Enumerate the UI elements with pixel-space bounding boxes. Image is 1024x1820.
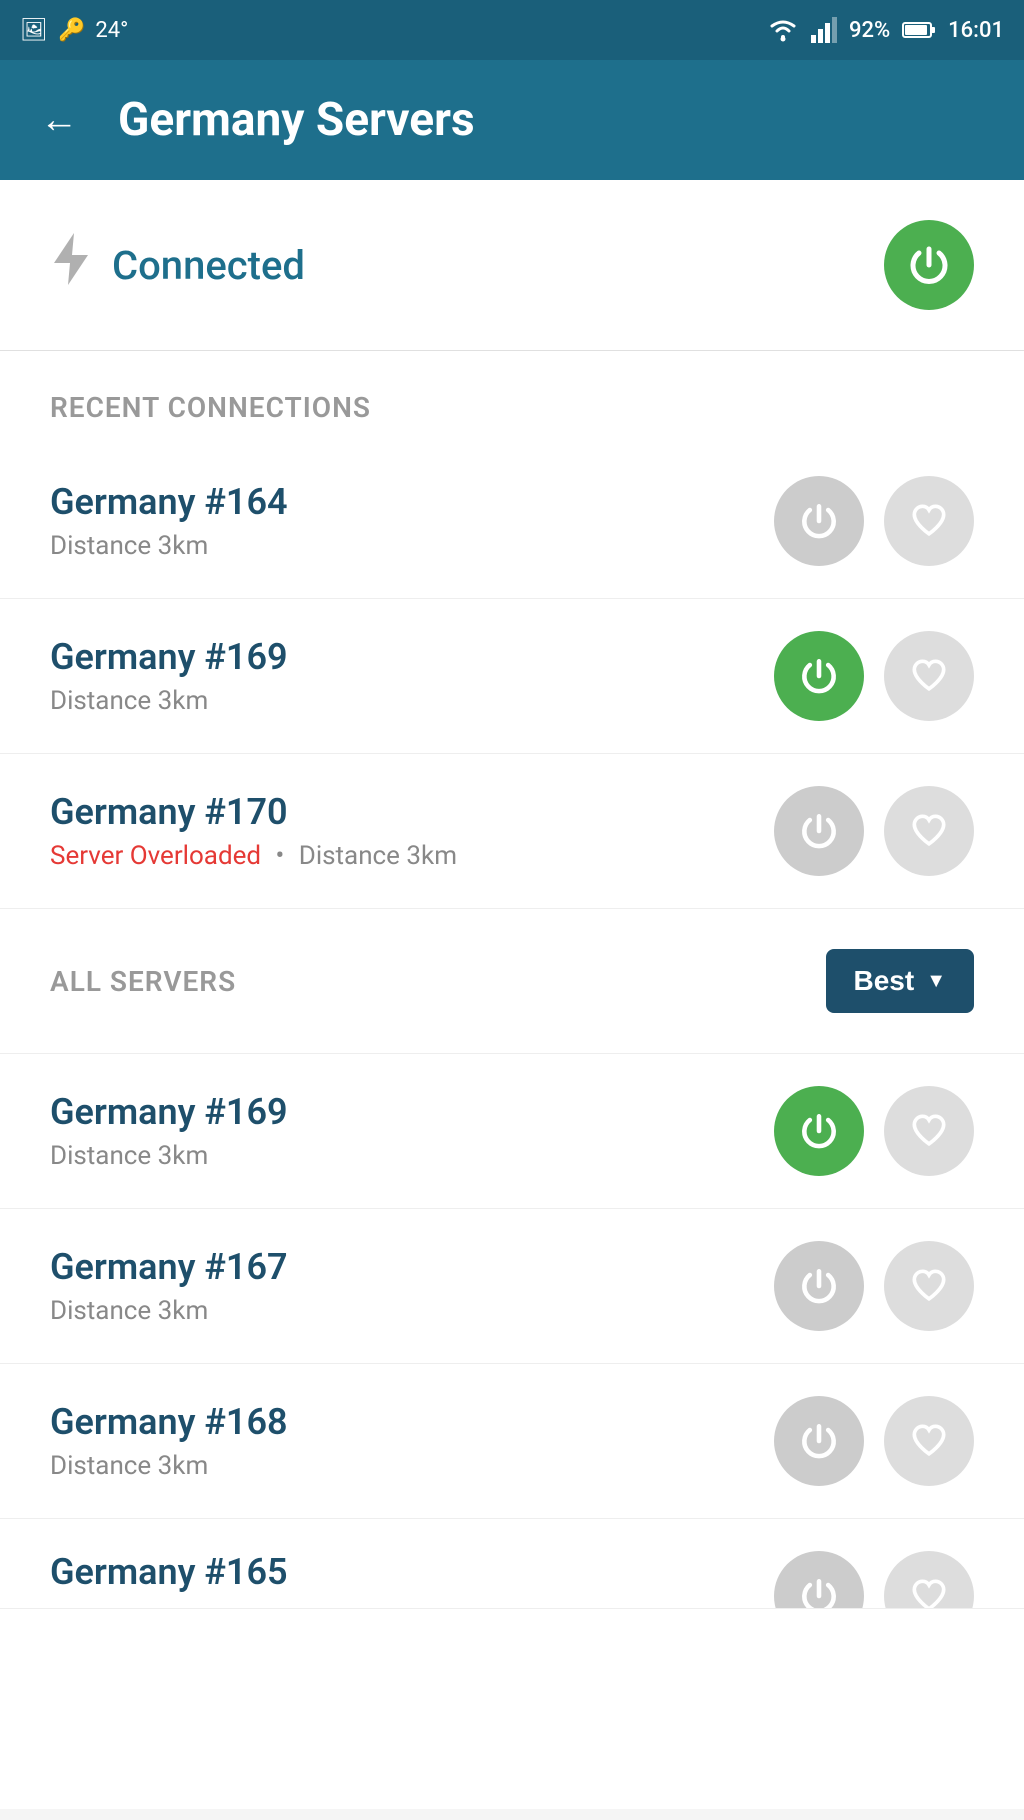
server-power-button[interactable] — [774, 631, 864, 721]
server-actions — [774, 1551, 974, 1609]
key-icon: 🔑 — [58, 18, 85, 43]
favorite-button[interactable] — [884, 1396, 974, 1486]
battery-percent: 92% — [849, 18, 890, 43]
screen-icon: 🖼 — [20, 18, 48, 43]
server-actions — [774, 476, 974, 566]
all-server-item: Germany #167 Distance 3km — [0, 1209, 1024, 1364]
server-info: Germany #164 Distance 3km — [50, 481, 774, 561]
favorite-button[interactable] — [884, 786, 974, 876]
all-servers-label: ALL SERVERS — [50, 965, 236, 998]
server-name: Germany #170 — [50, 791, 774, 833]
server-name: Germany #164 — [50, 481, 774, 523]
status-bar-left: 🖼 🔑 24° — [20, 18, 128, 43]
server-power-button[interactable] — [774, 1241, 864, 1331]
server-actions — [774, 1396, 974, 1486]
signal-icon — [811, 17, 837, 43]
server-distance: Distance 3km — [50, 1296, 774, 1326]
temperature: 24° — [95, 18, 128, 43]
all-server-item: Germany #169 Distance 3km — [0, 1054, 1024, 1209]
back-button[interactable]: ← — [40, 98, 78, 142]
time: 16:01 — [948, 18, 1004, 43]
dot-separator: • — [276, 841, 291, 871]
sort-button[interactable]: Best ▼ — [826, 949, 975, 1013]
distance-label: Distance 3km — [299, 841, 457, 871]
server-power-button[interactable] — [774, 476, 864, 566]
server-info: Germany #170 Server Overloaded • Distanc… — [50, 791, 774, 871]
favorite-button[interactable] — [884, 1551, 974, 1609]
server-info: Germany #169 Distance 3km — [50, 1091, 774, 1171]
header: ← Germany Servers — [0, 60, 1024, 180]
page-title: Germany Servers — [118, 93, 475, 147]
overloaded-label: Server Overloaded — [50, 841, 261, 871]
sort-label: Best — [854, 965, 915, 997]
battery-icon — [902, 20, 936, 40]
favorite-button[interactable] — [884, 476, 974, 566]
server-info: Germany #168 Distance 3km — [50, 1401, 774, 1481]
server-power-button[interactable] — [774, 1551, 864, 1609]
all-servers-header: ALL SERVERS Best ▼ — [0, 909, 1024, 1054]
server-distance: Distance 3km — [50, 686, 774, 716]
connection-label: Connected — [112, 242, 305, 289]
status-bar-right: 92% 16:01 — [767, 17, 1004, 43]
server-power-button[interactable] — [774, 786, 864, 876]
main-power-button[interactable] — [884, 220, 974, 310]
recent-server-item: Germany #169 Distance 3km — [0, 599, 1024, 754]
all-server-item: Germany #168 Distance 3km — [0, 1364, 1024, 1519]
all-server-item: Germany #165 — [0, 1519, 1024, 1609]
server-info: Germany #165 — [50, 1551, 774, 1601]
server-actions — [774, 1086, 974, 1176]
server-distance-overloaded: Server Overloaded • Distance 3km — [50, 841, 774, 871]
favorite-button[interactable] — [884, 1241, 974, 1331]
status-bar: 🖼 🔑 24° 92% 16:01 — [0, 0, 1024, 60]
connection-left: Connected — [50, 231, 305, 300]
server-info: Germany #169 Distance 3km — [50, 636, 774, 716]
server-distance: Distance 3km — [50, 531, 774, 561]
server-actions — [774, 1241, 974, 1331]
recent-connections-label: RECENT CONNECTIONS — [0, 351, 1024, 444]
server-name: Germany #169 — [50, 1091, 774, 1133]
favorite-button[interactable] — [884, 631, 974, 721]
wifi-icon — [767, 17, 799, 43]
chevron-down-icon: ▼ — [926, 970, 946, 993]
connection-status-row: Connected — [0, 180, 1024, 351]
server-actions — [774, 786, 974, 876]
server-name: Germany #168 — [50, 1401, 774, 1443]
page-filler — [0, 1609, 1024, 1809]
recent-server-item: Germany #170 Server Overloaded • Distanc… — [0, 754, 1024, 909]
server-name: Germany #165 — [50, 1551, 774, 1593]
server-distance: Distance 3km — [50, 1141, 774, 1171]
server-power-button[interactable] — [774, 1396, 864, 1486]
recent-server-item: Germany #164 Distance 3km — [0, 444, 1024, 599]
server-power-button[interactable] — [774, 1086, 864, 1176]
lightning-icon — [50, 231, 92, 300]
server-name: Germany #167 — [50, 1246, 774, 1288]
server-distance: Distance 3km — [50, 1451, 774, 1481]
server-info: Germany #167 Distance 3km — [50, 1246, 774, 1326]
server-name: Germany #169 — [50, 636, 774, 678]
favorite-button[interactable] — [884, 1086, 974, 1176]
server-actions — [774, 631, 974, 721]
